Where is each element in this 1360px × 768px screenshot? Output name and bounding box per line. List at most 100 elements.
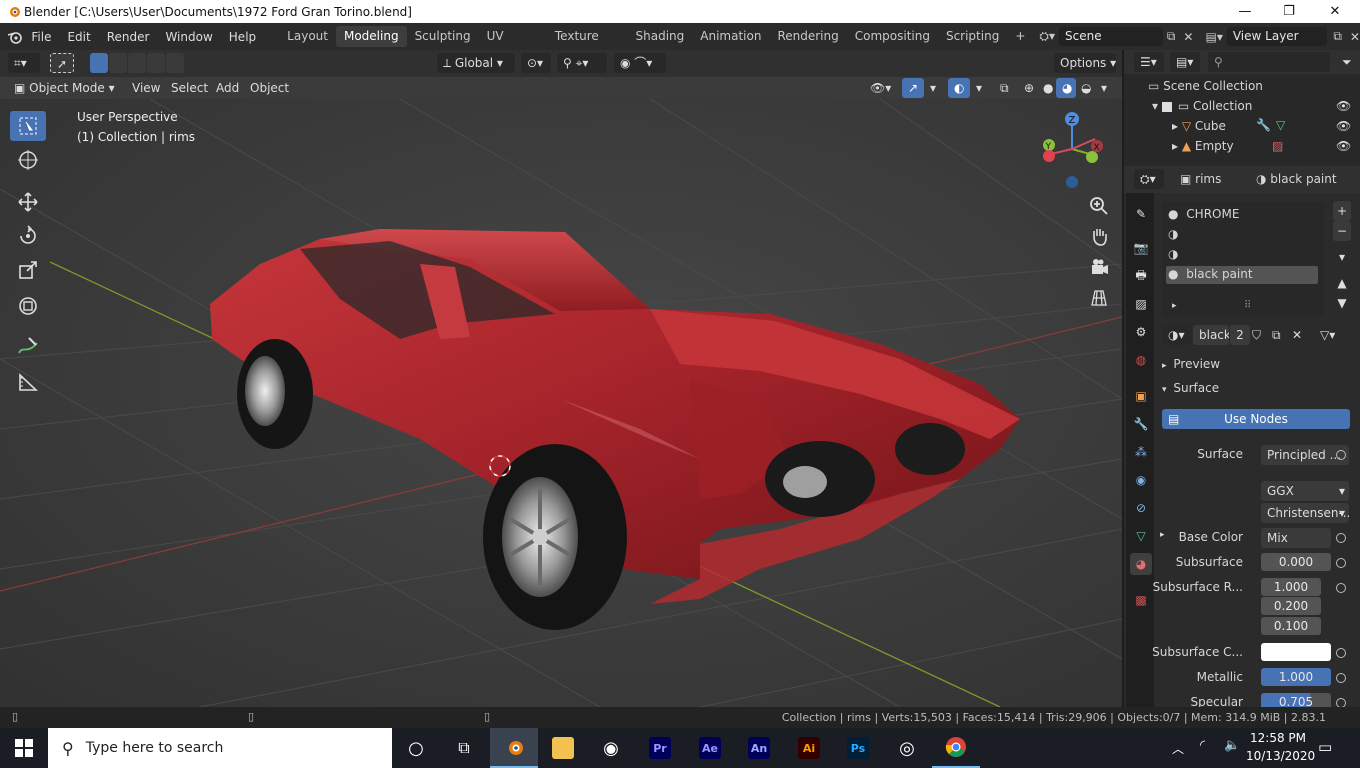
expand-arrow-icon[interactable]: ▸ bbox=[1160, 530, 1165, 540]
taskbar-animate-icon[interactable]: An bbox=[735, 728, 783, 768]
menu-render[interactable]: Render bbox=[99, 30, 158, 44]
show-hidden-icons-icon[interactable]: ︿ bbox=[1172, 740, 1184, 757]
view-layer-tab-icon[interactable]: ▨ bbox=[1130, 293, 1152, 315]
taskbar-photoshop-icon[interactable]: Ps bbox=[834, 728, 882, 768]
distribution-dropdown[interactable]: GGX ▾ bbox=[1261, 481, 1349, 501]
select-box-tool[interactable] bbox=[10, 111, 46, 141]
visibility-eye-icon[interactable]: 👁 bbox=[1336, 119, 1351, 133]
fake-user-shield-icon[interactable]: ⛉ bbox=[1252, 325, 1270, 345]
socket-link-icon[interactable] bbox=[1336, 648, 1346, 658]
taskbar-file-explorer-icon[interactable] bbox=[539, 728, 587, 768]
taskbar-search-input[interactable]: ⚲ Type here to search bbox=[48, 728, 392, 768]
link-data-icon[interactable]: ▽▾ bbox=[1320, 325, 1350, 345]
subsurface-radius-x[interactable]: 1.000 bbox=[1261, 578, 1321, 596]
scene-tab-icon[interactable]: ⚙ bbox=[1130, 321, 1152, 343]
scene-selector-icon[interactable]: ⛭▾ bbox=[1039, 29, 1055, 44]
render-tab-icon[interactable]: 📷 bbox=[1130, 237, 1152, 259]
shading-dropdown-icon[interactable]: ▾ bbox=[1095, 78, 1113, 98]
rotate-tool[interactable] bbox=[10, 221, 46, 251]
scene-field[interactable]: Scene bbox=[1059, 27, 1163, 46]
base-color-field[interactable]: Mix bbox=[1261, 528, 1331, 548]
select-mode-intersect-icon[interactable] bbox=[166, 53, 184, 73]
taskbar-premiere-icon[interactable]: Pr bbox=[636, 728, 684, 768]
tool-tab-icon[interactable]: ✎ bbox=[1130, 203, 1152, 225]
taskbar-after-effects-icon[interactable]: Ae bbox=[686, 728, 734, 768]
object-tab-icon[interactable]: ▣ bbox=[1130, 385, 1152, 407]
snap-icon[interactable]: ⚲ ⌖▾ bbox=[557, 53, 607, 73]
windows-start-icon[interactable] bbox=[0, 728, 48, 768]
remove-scene-icon[interactable]: ✕ bbox=[1183, 30, 1193, 44]
material-preview-shading-icon[interactable]: ◕ bbox=[1056, 78, 1076, 98]
clock-time[interactable]: 12:58 PM bbox=[1250, 731, 1306, 745]
proportional-edit-icon[interactable]: ◉ ⌒▾ bbox=[614, 53, 666, 73]
socket-link-icon[interactable] bbox=[1336, 583, 1346, 593]
socket-link-icon[interactable] bbox=[1336, 533, 1346, 543]
outliner-editor-type-icon[interactable]: ☰▾ bbox=[1134, 52, 1164, 72]
outliner-search-input[interactable]: ⚲ bbox=[1208, 52, 1330, 72]
slot-specials-icon[interactable]: ▾ bbox=[1333, 247, 1351, 267]
output-tab-icon[interactable]: 🖶 bbox=[1130, 265, 1152, 287]
move-slot-down-icon[interactable]: ▼ bbox=[1333, 293, 1351, 313]
user-count[interactable]: 2 bbox=[1230, 325, 1250, 345]
metallic-value[interactable]: 1.000 bbox=[1261, 668, 1331, 686]
tab-shading[interactable]: Shading bbox=[628, 26, 693, 47]
volume-icon[interactable]: 🔈 bbox=[1224, 738, 1240, 753]
tab-animation[interactable]: Animation bbox=[692, 26, 769, 47]
checkbox-icon[interactable] bbox=[1161, 101, 1172, 112]
visibility-eye-icon[interactable]: 👁 bbox=[1336, 99, 1351, 113]
subsurface-method-dropdown[interactable]: Christensen-... ▾ bbox=[1261, 503, 1349, 523]
filter-icon[interactable]: ⏷ bbox=[1336, 52, 1358, 72]
subsurface-radius-y[interactable]: 0.200 bbox=[1261, 597, 1321, 615]
xray-icon[interactable]: ⧉ bbox=[994, 78, 1014, 98]
socket-link-icon[interactable] bbox=[1336, 673, 1346, 683]
pivot-point-icon[interactable]: ⊙▾ bbox=[521, 53, 551, 73]
new-view-layer-icon[interactable]: ⧉ bbox=[1333, 29, 1342, 44]
outliner-item-cube[interactable]: ▸ ▽ Cube bbox=[1172, 119, 1226, 133]
subsurface-value[interactable]: 0.000 bbox=[1261, 553, 1331, 571]
remove-view-layer-icon[interactable]: ✕ bbox=[1350, 30, 1360, 44]
material-name-field[interactable]: black bbox=[1193, 325, 1229, 345]
taskbar-chrome-icon[interactable] bbox=[932, 728, 980, 768]
material-slot[interactable]: ◑ bbox=[1168, 247, 1178, 261]
taskbar-obs-icon[interactable]: ◎ bbox=[883, 728, 931, 768]
remove-slot-button[interactable]: − bbox=[1333, 221, 1351, 241]
texture-tab-icon[interactable]: ▩ bbox=[1130, 589, 1152, 611]
select-mode-extend-icon[interactable] bbox=[109, 53, 127, 73]
clock-date[interactable]: 10/13/2020 bbox=[1246, 749, 1315, 763]
select-tool-icon[interactable]: ➚ bbox=[50, 53, 74, 73]
add-workspace-icon[interactable]: + bbox=[1007, 26, 1033, 47]
particles-tab-icon[interactable]: ⁂ bbox=[1130, 441, 1152, 463]
browse-material-icon[interactable]: ◑▾ bbox=[1162, 325, 1192, 345]
material-tab-icon[interactable]: ◕ bbox=[1130, 553, 1152, 575]
3d-viewport[interactable]: User Perspective (1) Collection | rims Z… bbox=[0, 99, 1122, 707]
duplicate-material-icon[interactable]: ⧉ bbox=[1272, 325, 1290, 345]
resize-handle-icon[interactable]: ⠿ bbox=[1244, 300, 1251, 311]
subsurface-radius-z[interactable]: 0.100 bbox=[1261, 617, 1321, 635]
properties-editor-type-icon[interactable]: ⛭▾ bbox=[1134, 169, 1164, 189]
menu-file[interactable]: File bbox=[23, 30, 59, 44]
add-slot-button[interactable]: + bbox=[1333, 201, 1351, 221]
transform-orientation-dropdown[interactable]: ⟂ Global ▾ bbox=[437, 53, 515, 73]
menu-object[interactable]: Object bbox=[244, 78, 295, 98]
orthographic-grid-icon[interactable] bbox=[1086, 285, 1112, 311]
menu-window[interactable]: Window bbox=[157, 30, 220, 44]
view-layer-field[interactable]: View Layer bbox=[1226, 27, 1328, 46]
measure-tool[interactable] bbox=[10, 367, 46, 397]
pan-hand-icon[interactable] bbox=[1086, 223, 1112, 249]
rendered-shading-icon[interactable]: ◒ bbox=[1075, 78, 1095, 98]
material-slot[interactable]: ◑ bbox=[1168, 227, 1178, 241]
wireframe-shading-icon[interactable]: ⊕ bbox=[1018, 78, 1038, 98]
select-mode-invert-icon[interactable] bbox=[147, 53, 165, 73]
tab-texture-paint[interactable]: Texture Paint bbox=[547, 26, 628, 64]
socket-link-icon[interactable] bbox=[1336, 558, 1346, 568]
notifications-icon[interactable]: ▭ bbox=[1318, 738, 1332, 756]
subsurface-color-swatch[interactable] bbox=[1261, 643, 1331, 661]
scale-tool[interactable] bbox=[10, 255, 46, 285]
taskbar-blender-icon[interactable] bbox=[490, 728, 538, 768]
data-tab-icon[interactable]: ▽ bbox=[1130, 525, 1152, 547]
surface-panel-header[interactable]: ▾ Surface bbox=[1162, 381, 1219, 395]
outliner-item-collection[interactable]: ▾ ▭ Collection bbox=[1152, 99, 1252, 113]
editor-type-icon[interactable]: ⌗▾ bbox=[8, 53, 40, 73]
taskbar-steam-icon[interactable]: ◉ bbox=[587, 728, 635, 768]
outliner-item-empty[interactable]: ▸ ▲ Empty bbox=[1172, 139, 1234, 153]
